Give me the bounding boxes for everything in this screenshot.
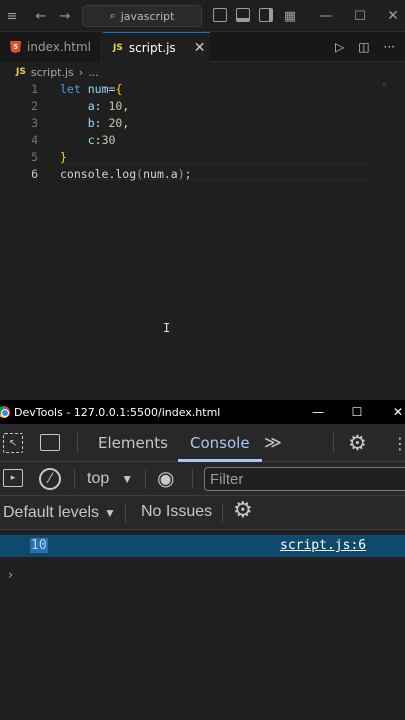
layout-sidebar-icon[interactable] [213, 8, 227, 22]
code-line: 1 let num={ [0, 80, 405, 97]
console-settings-gear-icon[interactable]: ⚙ [233, 498, 253, 523]
more-options-icon[interactable]: ⋮ [392, 424, 405, 462]
more-actions-icon[interactable]: ··· [384, 40, 395, 54]
caret-down-icon: ▼ [104, 506, 116, 520]
line-code: let num={ [60, 81, 123, 96]
console-output[interactable]: 10 script.js:6 › [0, 530, 405, 720]
console-toolbar: ▸ ⁄ top ▼ ◉ [0, 462, 405, 496]
editor-actions: ▷ ◫ ··· [335, 32, 405, 62]
devtools-titlebar: DevTools - 127.0.0.1:5500/index.html — ☐… [0, 400, 405, 424]
code-line: 3 b: 20, [0, 114, 405, 131]
js-icon: JS [16, 67, 26, 77]
log-source-link[interactable]: script.js:6 [280, 538, 366, 553]
context-selector[interactable]: top ▼ [87, 462, 133, 496]
issues-button[interactable]: No Issues [141, 503, 212, 521]
text-cursor-icon: I [163, 321, 171, 335]
code-editor[interactable]: ⁰ 1 let num={ 2 a: 10, 3 b: 20, 4 c:30 5… [0, 80, 405, 398]
line-code: c:30 [87, 132, 116, 147]
forward-arrow-icon[interactable]: → [55, 6, 75, 26]
line-number: 4 [31, 132, 38, 147]
tab-label: script.js [128, 40, 176, 55]
code-line: 6 console.log(num.a); [0, 165, 405, 182]
code-line: 2 a: 10, [0, 97, 405, 114]
breadcrumb-symbols[interactable]: ... [88, 66, 99, 79]
line-number: 6 [31, 166, 38, 181]
editor-tab-bar: 5 index.html JS script.js ✕ ▷ ◫ ··· [0, 32, 405, 62]
toolbar-separator [145, 469, 146, 489]
tab-console[interactable]: Console [190, 424, 250, 462]
minimize-icon[interactable]: — [316, 6, 336, 26]
line-number: 5 [31, 149, 38, 164]
line-number: 1 [31, 81, 38, 96]
device-toolbar-icon[interactable] [40, 434, 60, 451]
log-levels-label: Default levels [3, 504, 100, 521]
line-code: b: 20, [87, 115, 130, 130]
split-editor-icon[interactable]: ◫ [358, 40, 369, 54]
chrome-logo-icon [0, 406, 10, 418]
more-tabs-icon[interactable]: ≫ [264, 424, 282, 462]
filter-input[interactable] [204, 467, 405, 491]
inspect-element-icon[interactable]: ↖ [3, 433, 23, 453]
layout-panel-icon[interactable] [236, 8, 250, 22]
log-value: 10 [30, 538, 48, 553]
console-prompt-icon[interactable]: › [8, 568, 13, 583]
back-arrow-icon[interactable]: ← [31, 6, 51, 26]
minimize-icon[interactable]: — [306, 400, 330, 424]
js-icon: JS [113, 42, 123, 53]
line-code: console.log(num.a); [60, 166, 192, 181]
search-label: javascript [120, 9, 175, 23]
chevron-right-icon: › [78, 65, 84, 79]
toolbar-separator [222, 503, 223, 523]
line-number: 2 [31, 98, 38, 113]
toolbar-separator [125, 503, 126, 523]
app-menu-icon[interactable]: ≡ [2, 6, 22, 26]
code-line: 4 c:30 [0, 131, 405, 148]
html5-icon: 5 [10, 41, 21, 53]
toolbar-separator [77, 433, 78, 453]
clear-console-icon[interactable]: ⁄ [39, 468, 61, 490]
toolbar-separator [74, 469, 75, 489]
close-icon[interactable]: ✕ [194, 40, 206, 56]
settings-gear-icon[interactable]: ⚙ [348, 424, 367, 462]
devtools-window-title: DevTools - 127.0.0.1:5500/index.html [14, 405, 221, 419]
console-log-row[interactable]: 10 script.js:6 [0, 535, 405, 557]
devtools-toolbar: ↖ Elements Console ≫ ⚙ ⋮ [0, 424, 405, 462]
code-line: 5 } [0, 148, 405, 165]
line-code: } [60, 149, 67, 164]
line-code: a: 10, [87, 98, 130, 113]
maximize-icon[interactable]: ☐ [350, 6, 370, 26]
context-value: top [87, 470, 110, 487]
close-window-icon[interactable]: ✕ [383, 6, 403, 26]
tab-script-js[interactable]: JS script.js ✕ [103, 32, 210, 62]
run-icon[interactable]: ▷ [335, 40, 344, 54]
layout-secondary-icon[interactable] [259, 8, 273, 22]
maximize-icon[interactable]: ☐ [345, 400, 369, 424]
line-number: 3 [31, 115, 38, 130]
log-levels-dropdown[interactable]: Default levels ▼ [3, 496, 116, 530]
caret-down-icon: ▼ [121, 472, 134, 486]
search-icon: ⌕ [109, 9, 116, 22]
sidebar-toggle-icon[interactable]: ▸ [3, 469, 23, 487]
close-window-icon[interactable]: ✕ [386, 400, 405, 424]
breadcrumb: JS script.js › ... [16, 63, 99, 81]
tab-index-html[interactable]: 5 index.html [0, 32, 102, 62]
toolbar-separator [192, 469, 193, 489]
tab-elements[interactable]: Elements [98, 424, 168, 462]
command-center-search[interactable]: ⌕ javascript [82, 5, 202, 27]
toolbar-separator [333, 433, 334, 453]
breadcrumb-file[interactable]: script.js [31, 66, 74, 79]
console-levels-bar: Default levels ▼ No Issues ⚙ [0, 496, 405, 530]
layout-customize-icon[interactable]: ▦ [280, 6, 300, 26]
tab-label: index.html [27, 40, 91, 54]
eye-icon[interactable]: ◉ [157, 466, 174, 490]
vscode-titlebar: ≡ ← → ⌕ javascript ▦ — ☐ ✕ [0, 0, 405, 32]
